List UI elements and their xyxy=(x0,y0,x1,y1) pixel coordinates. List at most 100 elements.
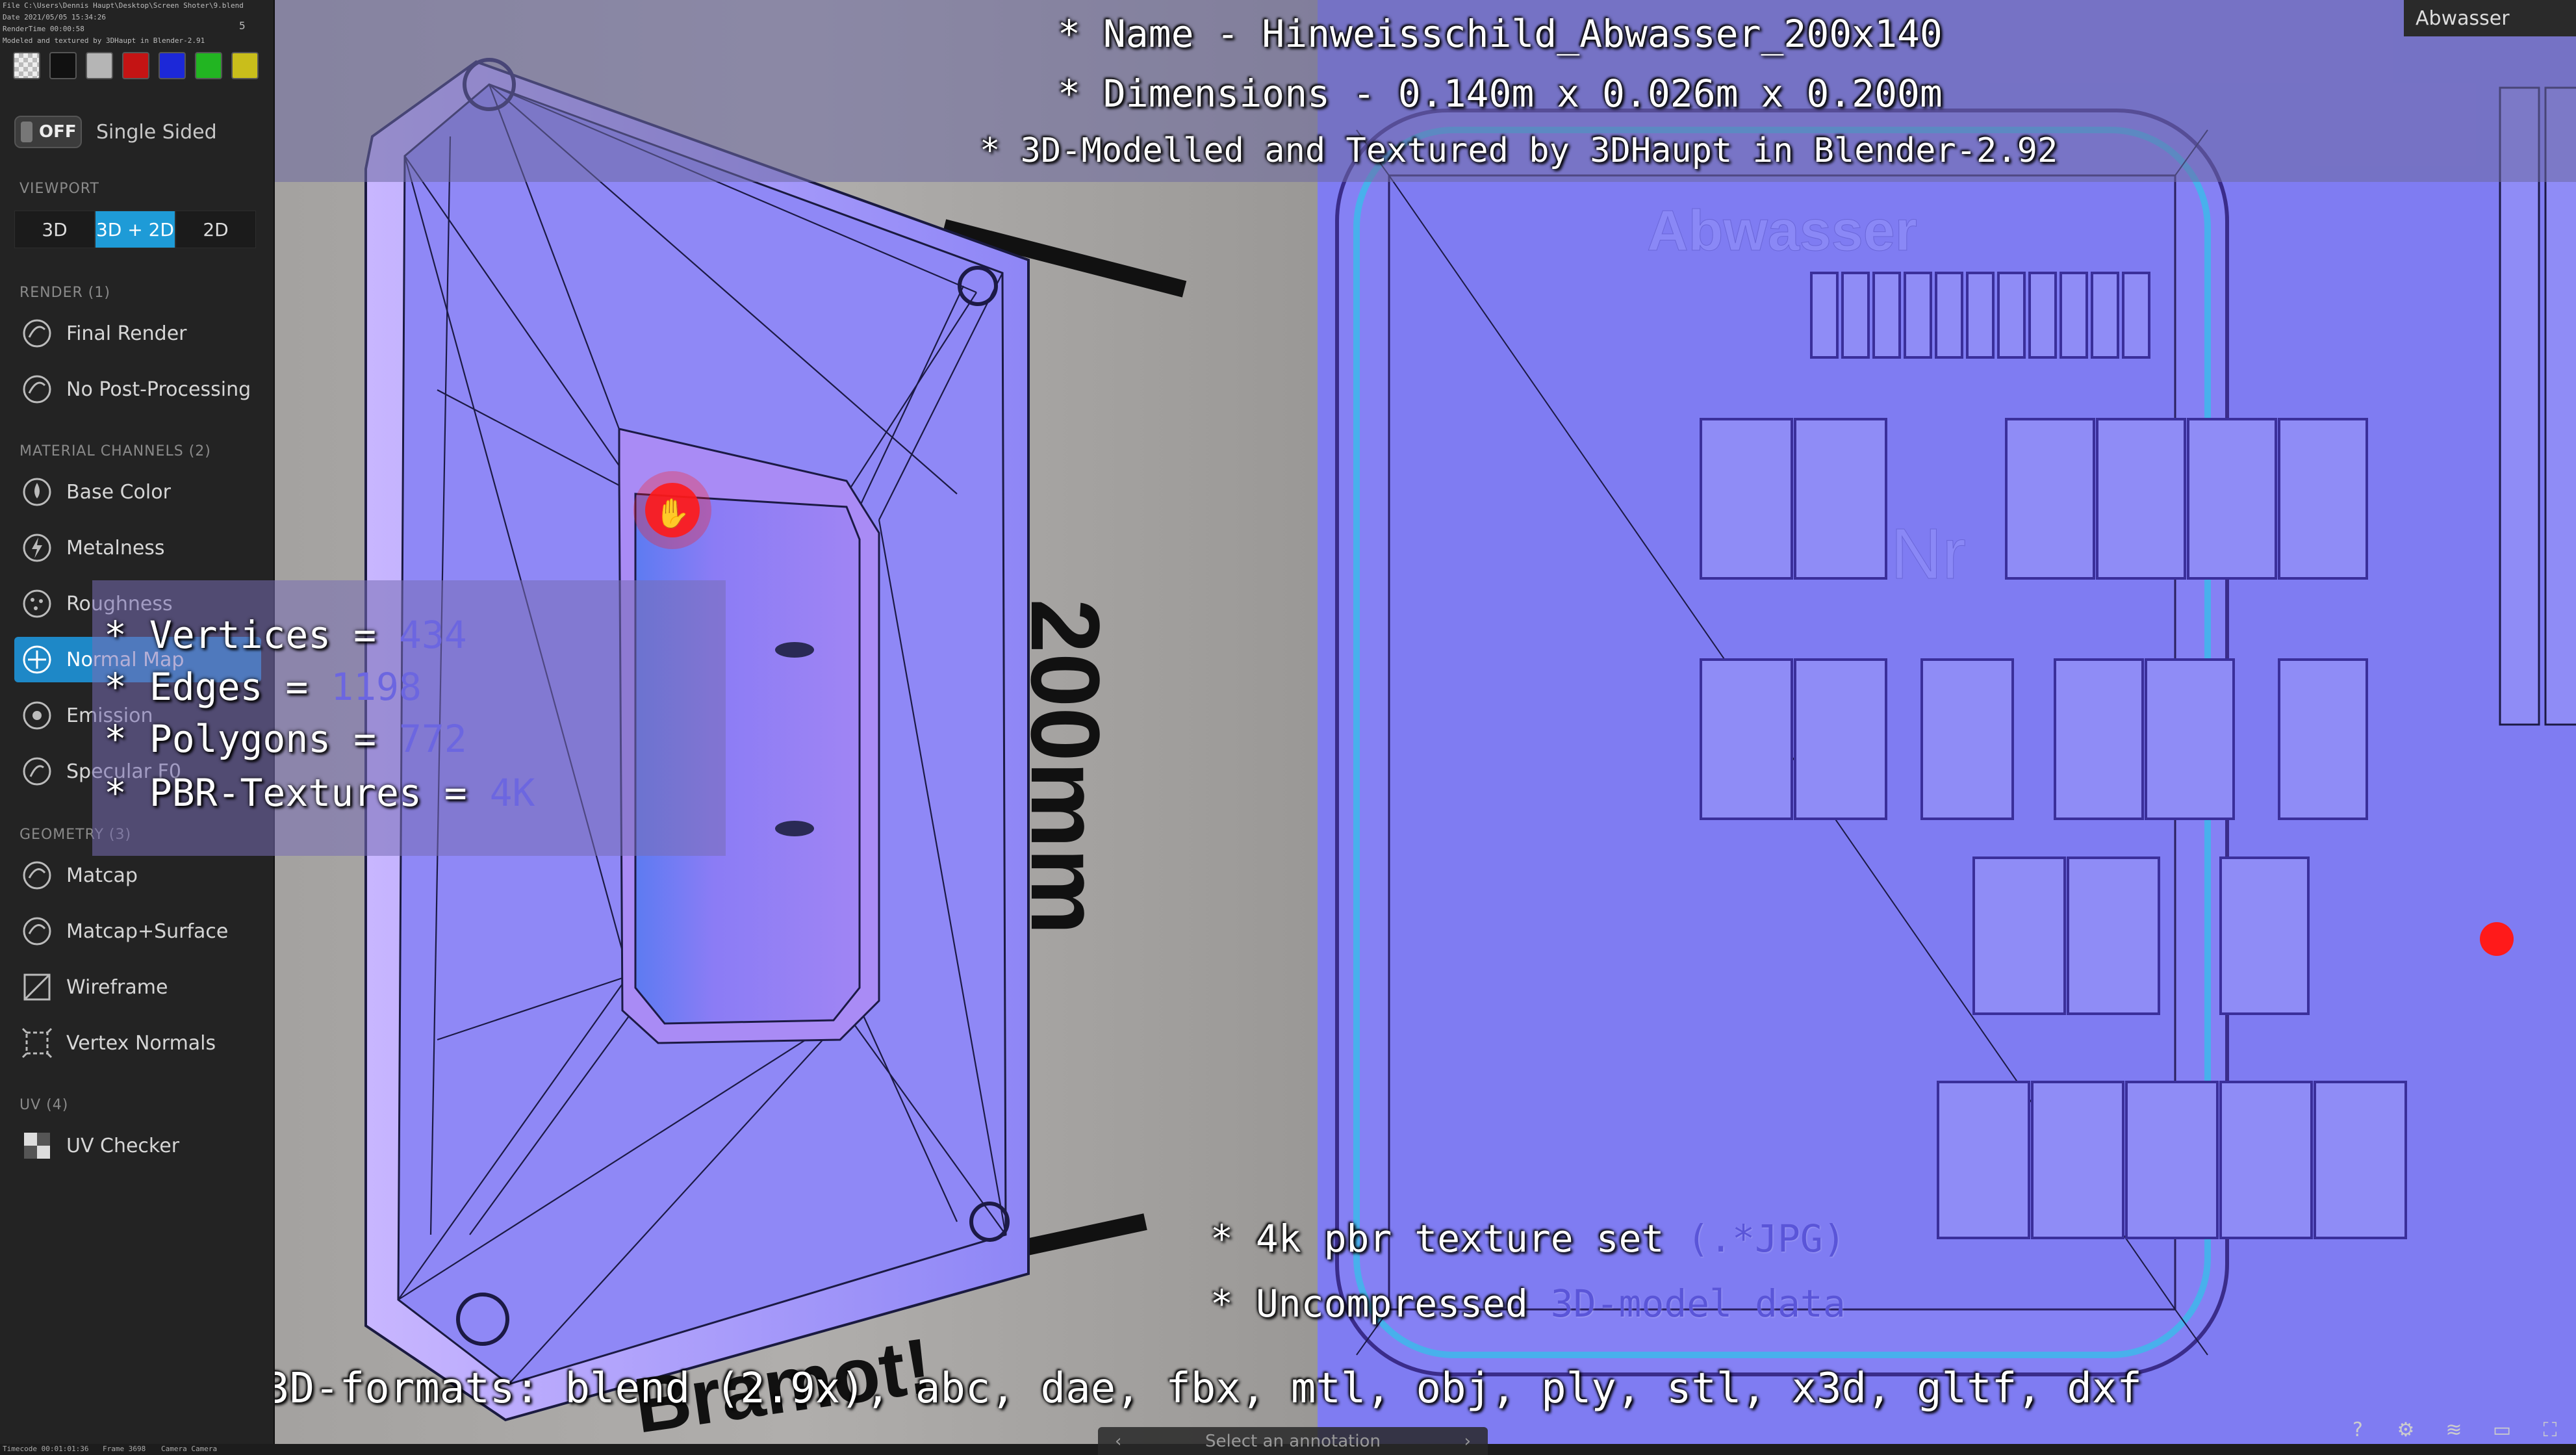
grain-icon xyxy=(19,586,55,621)
vertices-row: * Vertices = 434 xyxy=(104,613,467,657)
name-line: * Name - Hinweisschild_Abwasser_200x140 xyxy=(1058,12,1943,56)
swatch-grey[interactable] xyxy=(86,52,113,79)
vertices-label: * Vertices = xyxy=(104,613,399,657)
annotation-placeholder: Select an annotation xyxy=(1205,1431,1381,1451)
specular-icon xyxy=(19,754,55,789)
uv-nr-text: Nr xyxy=(1891,514,1966,594)
metalness-item[interactable]: Metalness xyxy=(19,525,266,571)
no-post-processing-label: No Post-Processing xyxy=(66,378,251,401)
uv-checker-label: UV Checker xyxy=(66,1134,180,1157)
no-post-processing-item[interactable]: No Post-Processing xyxy=(19,367,266,412)
viewport-3d-2d-button[interactable]: 3D + 2D xyxy=(95,211,175,248)
uncompressed-line: * Uncompressed 3D-model data xyxy=(1210,1281,1846,1326)
edges-row: * Edges = 1198 xyxy=(104,665,422,709)
next-annotation-icon[interactable]: › xyxy=(1464,1432,1471,1451)
texture-set-format: (.*JPG) xyxy=(1687,1217,1846,1261)
vertex-normals-icon xyxy=(19,1025,55,1061)
matcap-icon xyxy=(19,858,55,893)
viewport-mode-selector: 3D 3D + 2D 2D xyxy=(14,211,256,248)
base-color-item[interactable]: Base Color xyxy=(19,469,266,515)
vertices-value: 434 xyxy=(398,613,467,657)
author-meta: Modeled and textured by 3DHaupt in Blend… xyxy=(3,36,205,45)
single-sided-row: OFF Single Sided xyxy=(14,116,217,148)
file-path-meta: File C:\Users\Dennis Haupt\Desktop\Scree… xyxy=(3,1,244,10)
swatch-green[interactable] xyxy=(195,52,222,79)
viewport-3d-button[interactable]: 3D xyxy=(14,211,95,248)
normal-map-icon xyxy=(19,642,55,677)
fullscreen-icon[interactable]: ⛶ xyxy=(2537,1417,2563,1443)
final-render-label: Final Render xyxy=(66,322,187,345)
layers-icon[interactable]: ≋ xyxy=(2441,1417,2467,1443)
mounting-hole-top xyxy=(775,642,814,658)
timecode-text: Timecode 00:01:01:36 xyxy=(3,1445,89,1453)
single-sided-toggle[interactable]: OFF xyxy=(14,116,82,148)
matcap-surface-icon xyxy=(19,914,55,949)
viewport-section-title: VIEWPORT xyxy=(19,181,99,197)
mesh-stats-overlay: * Vertices = 434 * Edges = 1198 * Polygo… xyxy=(92,580,726,856)
final-render-item[interactable]: Final Render xyxy=(19,311,266,356)
matcap-surface-label: Matcap+Surface xyxy=(66,920,229,943)
uncompressed-text: * Uncompressed xyxy=(1210,1281,1551,1326)
toggle-state: OFF xyxy=(39,122,77,142)
formats-line: * 3D-formats: blend (2.9x), abc, dae, fb… xyxy=(214,1365,2142,1413)
object-name-label[interactable]: Abwasser xyxy=(2404,0,2576,36)
swatch-black[interactable] xyxy=(49,52,77,79)
sun-icon xyxy=(19,698,55,733)
edges-label: * Edges = xyxy=(104,665,331,709)
vertex-normals-item[interactable]: Vertex Normals xyxy=(19,1020,266,1066)
frame-text: Frame 3698 xyxy=(103,1445,146,1453)
swatch-checker[interactable] xyxy=(13,52,40,79)
drop-icon xyxy=(19,474,55,509)
wireframe-icon xyxy=(19,970,55,1005)
matcap-label: Matcap xyxy=(66,864,138,887)
sphere-icon xyxy=(19,372,55,407)
polygons-label: * Polygons = xyxy=(104,717,399,761)
mounting-hole-bottom xyxy=(775,821,814,836)
date-meta: Date 2021/05/05 15:34:26 xyxy=(3,13,106,21)
hand-cursor-icon: ✋ xyxy=(655,497,691,530)
uv-side-islands xyxy=(2499,86,2576,726)
dimensions-line: * Dimensions - 0.140m x 0.026m x 0.200m xyxy=(1058,71,1943,116)
toggle-knob xyxy=(21,122,32,142)
swatch-blue[interactable] xyxy=(159,52,186,79)
render-section-title: RENDER (1) xyxy=(19,285,110,301)
wireframe-item[interactable]: Wireframe xyxy=(19,964,266,1010)
viewport-2d-button[interactable]: 2D xyxy=(175,211,256,248)
bolt-icon xyxy=(19,530,55,565)
vr-icon[interactable]: ▭ xyxy=(2489,1417,2515,1443)
texture-set-text: * 4k pbr texture set xyxy=(1210,1217,1687,1261)
pbr-row: * PBR-Textures = 4K xyxy=(104,771,535,815)
polygons-value: 772 xyxy=(398,717,467,761)
help-icon[interactable]: ? xyxy=(2345,1417,2371,1443)
base-color-label: Base Color xyxy=(66,480,171,504)
swatch-red[interactable] xyxy=(122,52,149,79)
single-sided-label: Single Sided xyxy=(96,120,217,144)
swatch-yellow[interactable] xyxy=(231,52,259,79)
camera-text: Camera Camera xyxy=(161,1445,218,1453)
texture-set-line: * 4k pbr texture set (.*JPG) xyxy=(1210,1217,1846,1261)
polygons-row: * Polygons = 772 xyxy=(104,717,467,761)
uncompressed-detail: 3D-model data xyxy=(1550,1281,1846,1326)
viewer-controls: ? ⚙ ≋ ▭ ⛶ xyxy=(2345,1417,2563,1443)
meta-counter: 5 xyxy=(239,19,246,32)
edges-value: 1198 xyxy=(331,665,422,709)
pbr-label: * PBR-Textures = xyxy=(104,771,490,815)
prev-annotation-icon[interactable]: ‹ xyxy=(1115,1432,1121,1451)
matcap-surface-item[interactable]: Matcap+Surface xyxy=(19,908,266,954)
sphere-icon xyxy=(19,316,55,351)
matcap-item[interactable]: Matcap xyxy=(19,853,266,898)
material-section-title: MATERIAL CHANNELS (2) xyxy=(19,443,211,459)
credit-line: * 3D-Modelled and Textured by 3DHaupt in… xyxy=(980,131,2058,170)
uv-checker-item[interactable]: UV Checker xyxy=(19,1123,266,1168)
settings-icon[interactable]: ⚙ xyxy=(2393,1417,2419,1443)
uv-section-title: UV (4) xyxy=(19,1097,69,1113)
pbr-value: 4K xyxy=(489,771,535,815)
annotation-selector[interactable]: ‹ Select an annotation › xyxy=(1098,1427,1488,1455)
vertex-normals-label: Vertex Normals xyxy=(66,1031,216,1055)
rendertime-meta: RenderTime 00:00:58 xyxy=(3,25,84,33)
checker-icon xyxy=(19,1128,55,1163)
wireframe-label: Wireframe xyxy=(66,975,168,999)
uv-selection-marker[interactable] xyxy=(2480,922,2514,956)
metalness-label: Metalness xyxy=(66,536,165,560)
background-swatches xyxy=(13,52,259,79)
